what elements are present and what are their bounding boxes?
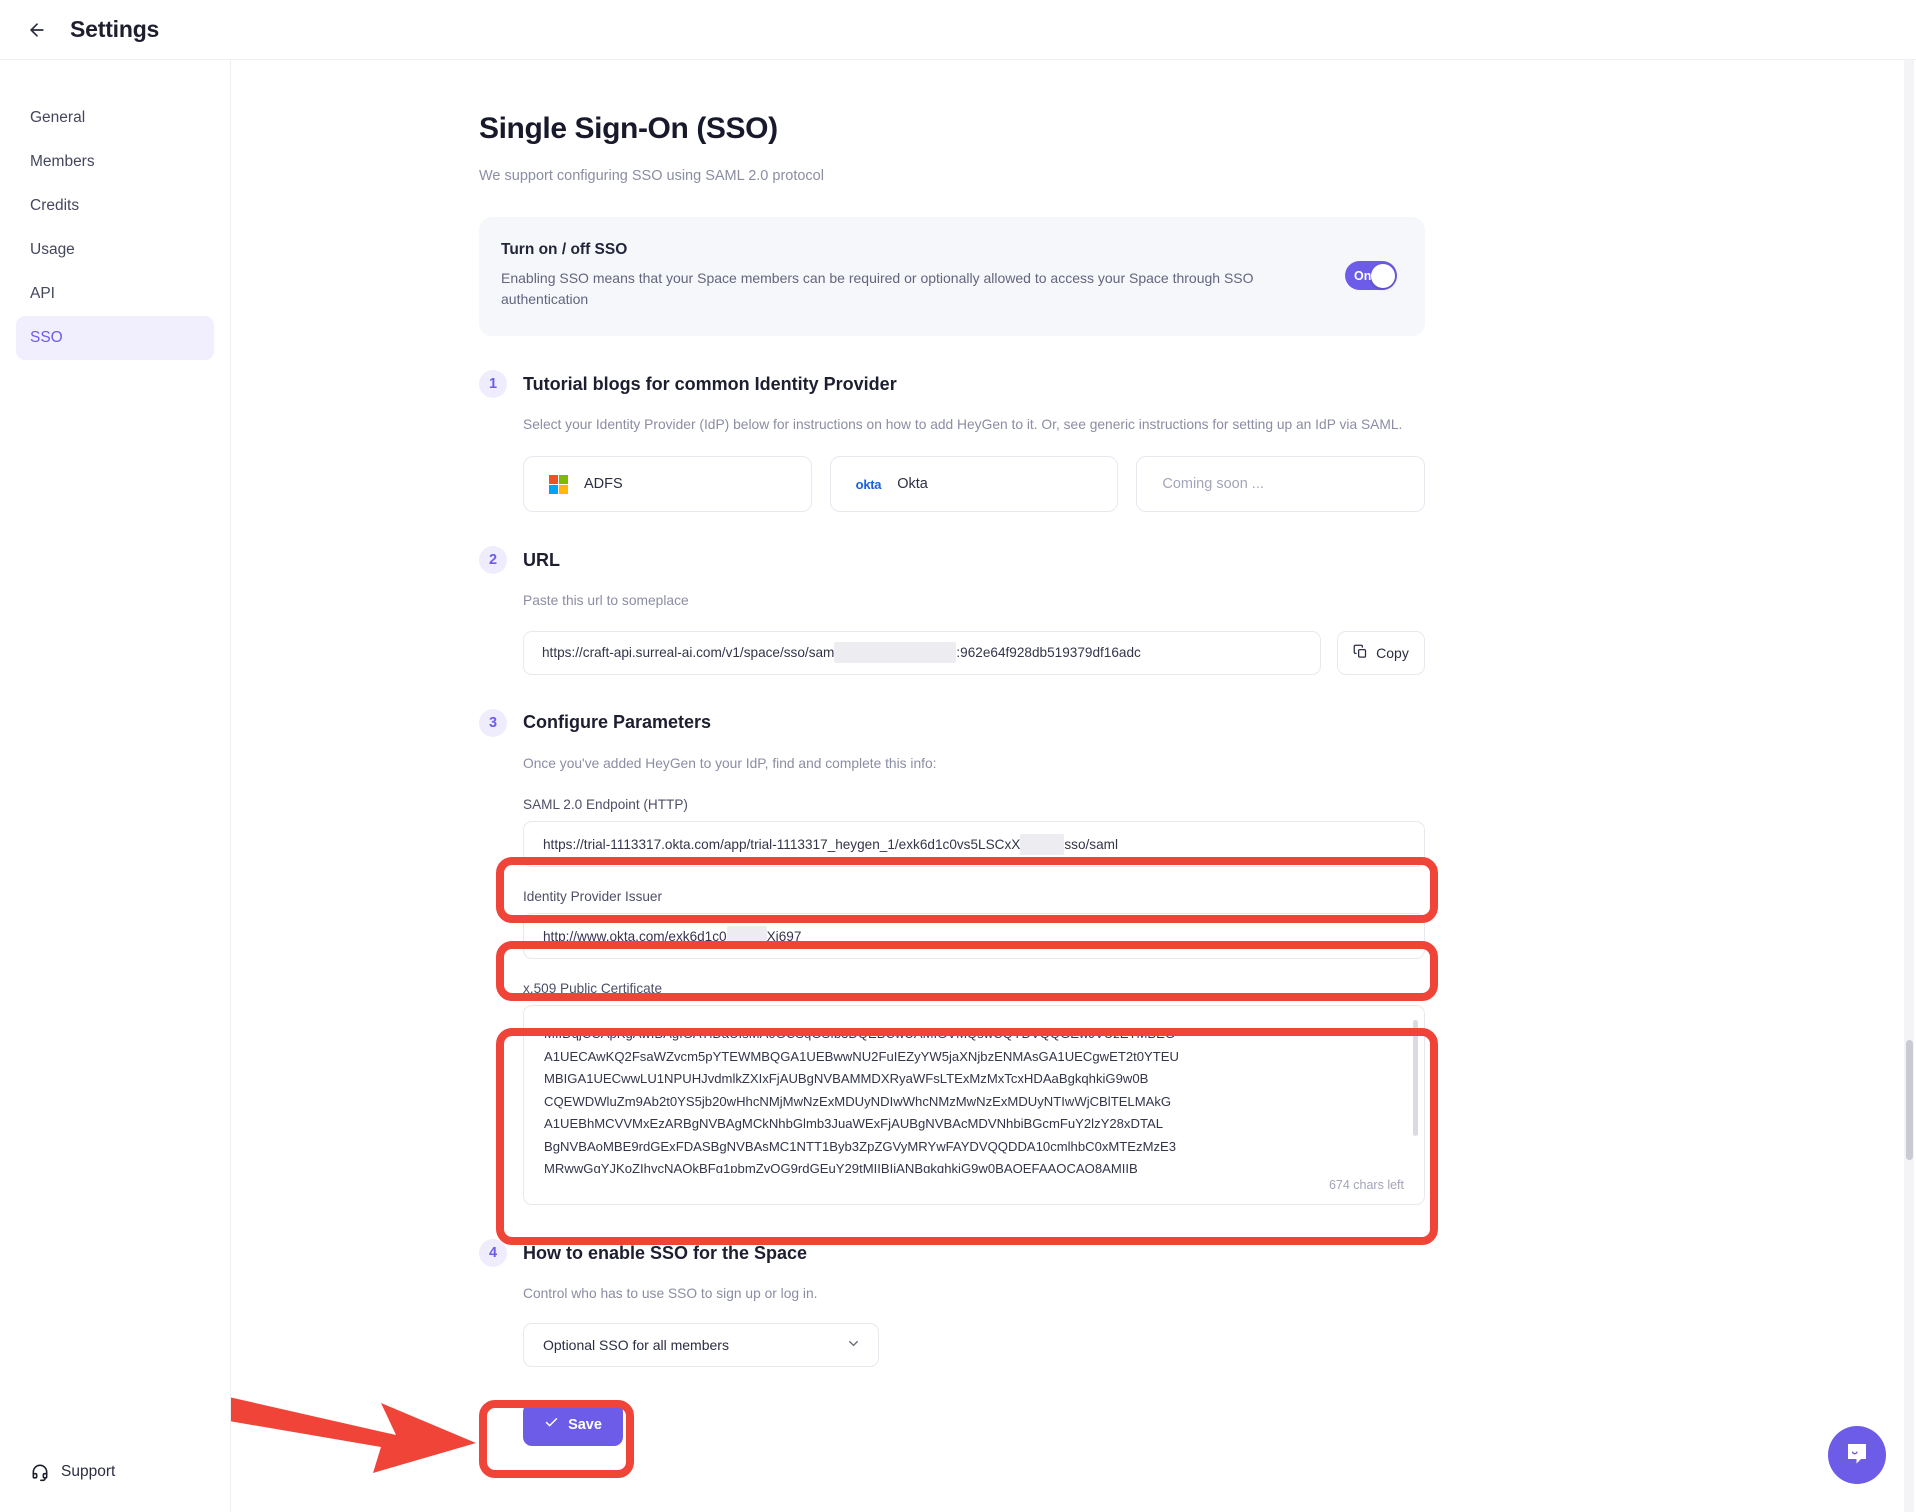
page-scrollbar-thumb[interactable]	[1906, 1040, 1913, 1160]
idp-issuer-suffix: Xi697	[766, 928, 802, 944]
sidebar-item-members[interactable]: Members	[16, 140, 214, 184]
step-1-identity-provider: 1 Tutorial blogs for common Identity Pro…	[479, 370, 1426, 513]
sidebar-item-usage[interactable]: Usage	[16, 228, 214, 272]
sso-enable-toggle[interactable]: On	[1345, 261, 1397, 290]
page-scrollbar-track[interactable]	[1904, 60, 1914, 1512]
idp-issuer-input[interactable]: http://www.okta.com/exk6d1c0 Xi697	[523, 913, 1425, 960]
idp-card-okta[interactable]: okta Okta	[829, 456, 1119, 513]
save-row: Save	[479, 1403, 1425, 1447]
sidebar-item-sso[interactable]: SSO	[16, 316, 214, 360]
step-3-description: Once you've added HeyGen to your IdP, fi…	[523, 755, 937, 771]
save-button-label: Save	[568, 1416, 602, 1433]
support-label: Support	[61, 1463, 116, 1480]
page-subtitle: We support configuring SSO using SAML 2.…	[479, 168, 824, 184]
step-3-title: Configure Parameters	[523, 712, 712, 733]
step-2-header: 2 URL	[479, 546, 1425, 575]
certificate-value: MIIDqjCCApKgAwIBAgIGAYlDaUIsMA0GCSqGSIb3…	[544, 1026, 1179, 1174]
copy-icon	[1353, 644, 1368, 662]
okta-logo-icon: okta	[855, 476, 882, 492]
top-bar: Settings	[0, 0, 1916, 60]
chevron-down-icon	[846, 1336, 861, 1354]
redacted-block	[834, 642, 957, 664]
sso-toggle-card: Turn on / off SSO Enabling SSO means tha…	[479, 217, 1425, 336]
idp-issuer-prefix: http://www.okta.com/exk6d1c0	[543, 928, 727, 944]
step-4-title: How to enable SSO for the Space	[523, 1242, 808, 1263]
idp-issuer-label: Identity Provider Issuer	[523, 889, 663, 905]
step-2-title: URL	[523, 549, 560, 570]
sso-url-suffix: :962e64f928db519379df16adc	[956, 645, 1141, 661]
redacted-block	[726, 925, 767, 947]
step-1-title: Tutorial blogs for common Identity Provi…	[523, 373, 897, 394]
saml-endpoint-input[interactable]: https://trial-1113317.okta.com/app/trial…	[523, 821, 1425, 868]
sso-settings-content: Single Sign-On (SSO) We support configur…	[479, 60, 1426, 1447]
idp-card-coming-soon: Coming soon ...	[1136, 456, 1426, 513]
step-3-body: Once you've added HeyGen to your IdP, fi…	[479, 753, 1425, 1206]
step-3-header: 3 Configure Parameters	[479, 708, 1425, 737]
sso-mode-select-value: Optional SSO for all members	[543, 1337, 729, 1354]
settings-sidebar: General Members Credits Usage API SSO Su…	[0, 60, 231, 1512]
page-title-header: Settings	[70, 16, 160, 42]
step-4-header: 4 How to enable SSO for the Space	[479, 1239, 1425, 1268]
sso-url-field[interactable]: https://craft-api.surreal-ai.com/v1/spac…	[523, 630, 1321, 675]
sidebar-item-api[interactable]: API	[16, 272, 214, 316]
step-4-body: Control who has to use SSO to sign up or…	[479, 1283, 1425, 1368]
step-3-number: 3	[479, 708, 507, 737]
sidebar-item-general[interactable]: General	[16, 96, 214, 140]
certificate-label: x.509 Public Certificate	[523, 981, 663, 997]
step-4-enable-sso: 4 How to enable SSO for the Space Contro…	[479, 1239, 1425, 1368]
support-chat-button[interactable]	[1828, 1426, 1886, 1484]
sso-toggle-card-text: Turn on / off SSO Enabling SSO means tha…	[501, 241, 1325, 310]
idp-card-row: ADFS okta Okta Coming soon ...	[523, 456, 1426, 513]
microsoft-logo-icon	[549, 474, 568, 494]
headset-icon	[30, 1462, 50, 1482]
main-panel: Single Sign-On (SSO) We support configur…	[231, 60, 1916, 1512]
sso-url-prefix: https://craft-api.surreal-ai.com/v1/spac…	[542, 645, 835, 661]
step-2-url: 2 URL Paste this url to someplace https:…	[479, 546, 1425, 675]
copy-button-label: Copy	[1376, 644, 1409, 661]
step-2-body: Paste this url to someplace https://craf…	[479, 590, 1425, 675]
app-shell: General Members Credits Usage API SSO Su…	[0, 60, 1916, 1512]
step-1-number: 1	[479, 370, 507, 398]
idp-card-adfs-label: ADFS	[584, 476, 623, 493]
certificate-chars-left: 674 chars left	[1328, 1178, 1404, 1193]
saml-endpoint-label: SAML 2.0 Endpoint (HTTP)	[523, 797, 688, 813]
redacted-block	[1020, 833, 1065, 855]
saml-endpoint-prefix: https://trial-1113317.okta.com/app/trial…	[543, 836, 1021, 852]
step-4-description: Control who has to use SSO to sign up or…	[523, 1286, 818, 1302]
sso-toggle-state-label: On	[1354, 268, 1372, 283]
sso-mode-select[interactable]: Optional SSO for all members	[523, 1323, 879, 1368]
sso-toggle-title: Turn on / off SSO	[501, 241, 628, 258]
step-3-configure-parameters: 3 Configure Parameters Once you've added…	[479, 708, 1425, 1206]
sidebar-item-credits[interactable]: Credits	[16, 184, 214, 228]
check-icon	[544, 1415, 559, 1434]
back-arrow-icon[interactable]	[22, 15, 52, 45]
idp-card-coming-soon-label: Coming soon ...	[1162, 476, 1264, 493]
step-1-header: 1 Tutorial blogs for common Identity Pro…	[479, 370, 1425, 398]
step-1-body: Select your Identity Provider (IdP) belo…	[479, 414, 1426, 513]
saml-endpoint-suffix: sso/saml	[1064, 836, 1118, 852]
red-arrow-right-icon	[231, 1397, 476, 1473]
step-4-number: 4	[479, 1239, 507, 1268]
sso-toggle-description: Enabling SSO means that your Space membe…	[501, 270, 1254, 307]
support-link[interactable]: Support	[30, 1462, 115, 1482]
idp-card-adfs[interactable]: ADFS	[523, 456, 812, 513]
copy-url-button[interactable]: Copy	[1337, 630, 1425, 675]
certificate-scrollbar-thumb[interactable]	[1413, 1020, 1418, 1137]
url-row: https://craft-api.surreal-ai.com/v1/spac…	[523, 630, 1425, 675]
idp-card-okta-label: Okta	[897, 476, 928, 493]
chat-bubble-icon	[1843, 1439, 1871, 1472]
step-2-description: Paste this url to someplace	[523, 593, 689, 609]
step-1-description: Select your Identity Provider (IdP) belo…	[523, 417, 1403, 432]
step-2-number: 2	[479, 546, 507, 575]
certificate-textarea[interactable]: MIIDqjCCApKgAwIBAgIGAYlDaUIsMA0GCSqGSIb3…	[523, 1005, 1425, 1206]
save-button[interactable]: Save	[523, 1403, 623, 1447]
page-title: Single Sign-On (SSO)	[479, 112, 778, 145]
toggle-knob	[1370, 263, 1395, 288]
